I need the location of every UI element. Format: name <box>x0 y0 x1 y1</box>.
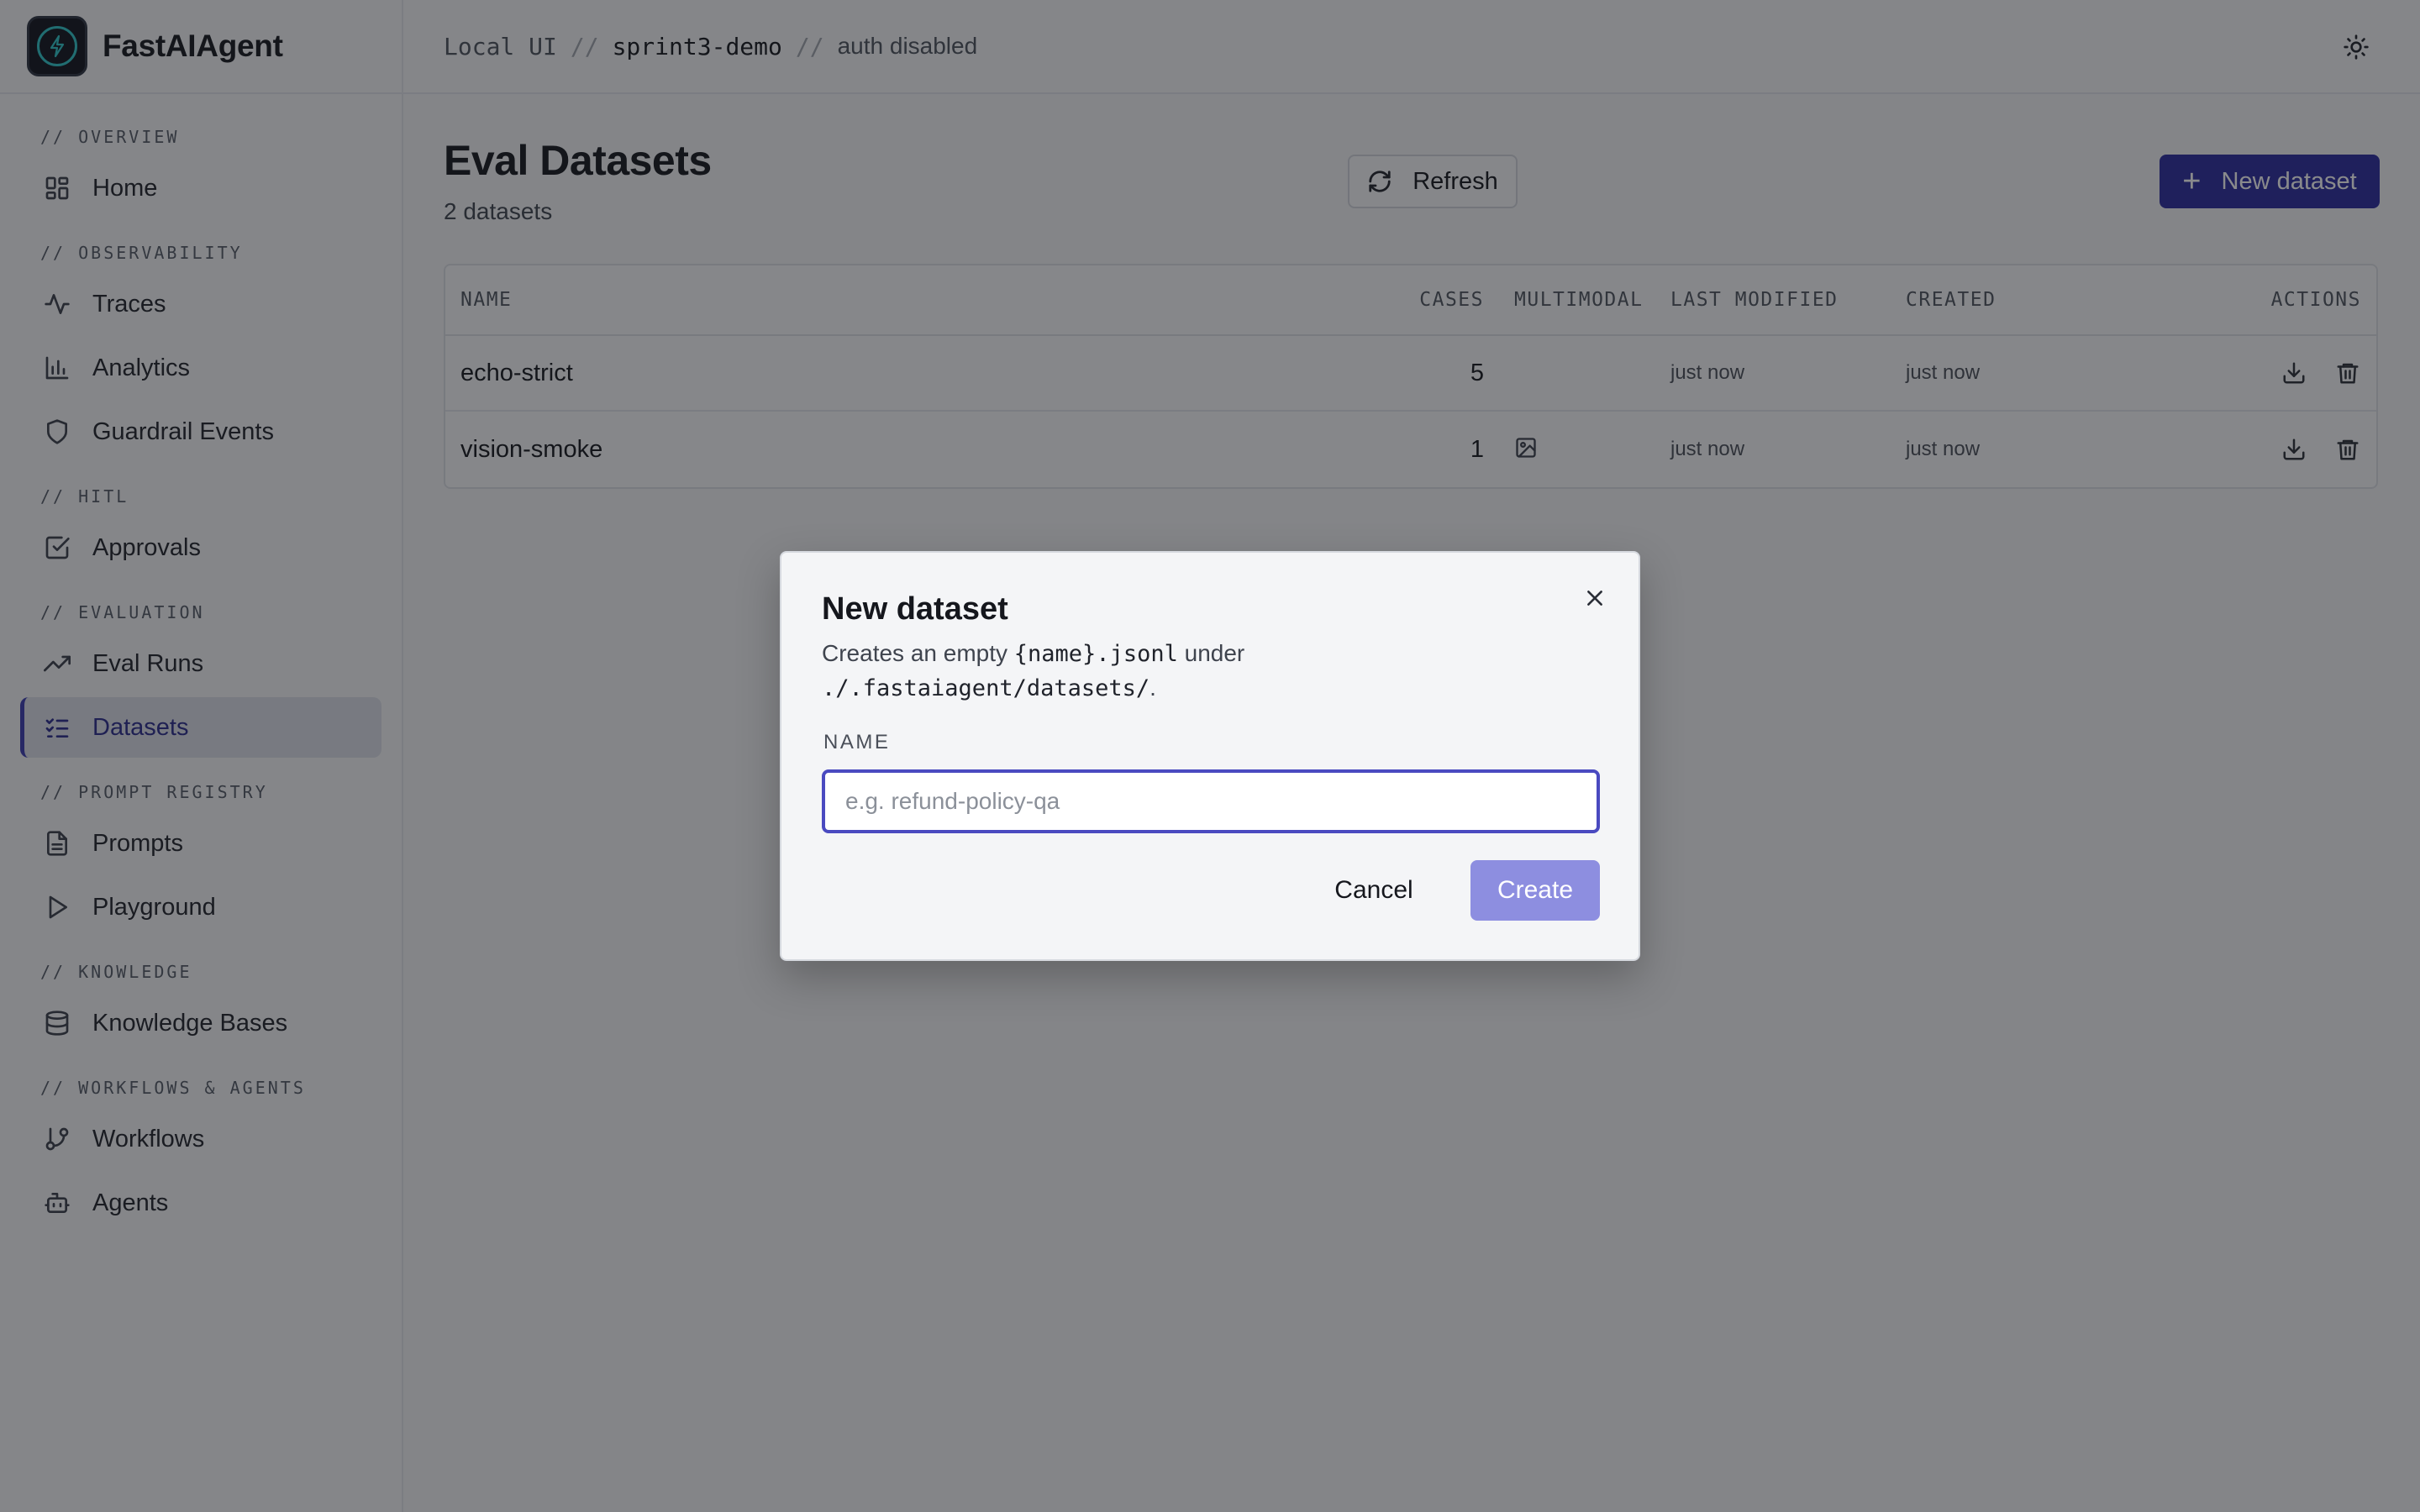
dialog-title: New dataset <box>822 591 1008 627</box>
new-dataset-dialog: New dataset Creates an empty {name}.json… <box>780 551 1640 961</box>
desc-text: Creates an empty <box>822 640 1014 666</box>
desc-code-path: ./.fastaiagent/datasets/ <box>822 675 1150 701</box>
close-icon <box>1587 591 1602 606</box>
dialog-description: Creates an empty {name}.jsonl under ./.fa… <box>822 637 1578 706</box>
name-field-label: NAME <box>823 731 891 753</box>
dataset-name-input[interactable] <box>822 769 1600 833</box>
desc-text: . <box>1150 675 1156 701</box>
create-button[interactable]: Create <box>1470 860 1600 921</box>
close-button[interactable] <box>1580 583 1610 613</box>
desc-code-filename: {name}.jsonl <box>1013 641 1178 667</box>
cancel-button[interactable]: Cancel <box>1319 860 1428 921</box>
desc-text: under <box>1177 640 1245 666</box>
